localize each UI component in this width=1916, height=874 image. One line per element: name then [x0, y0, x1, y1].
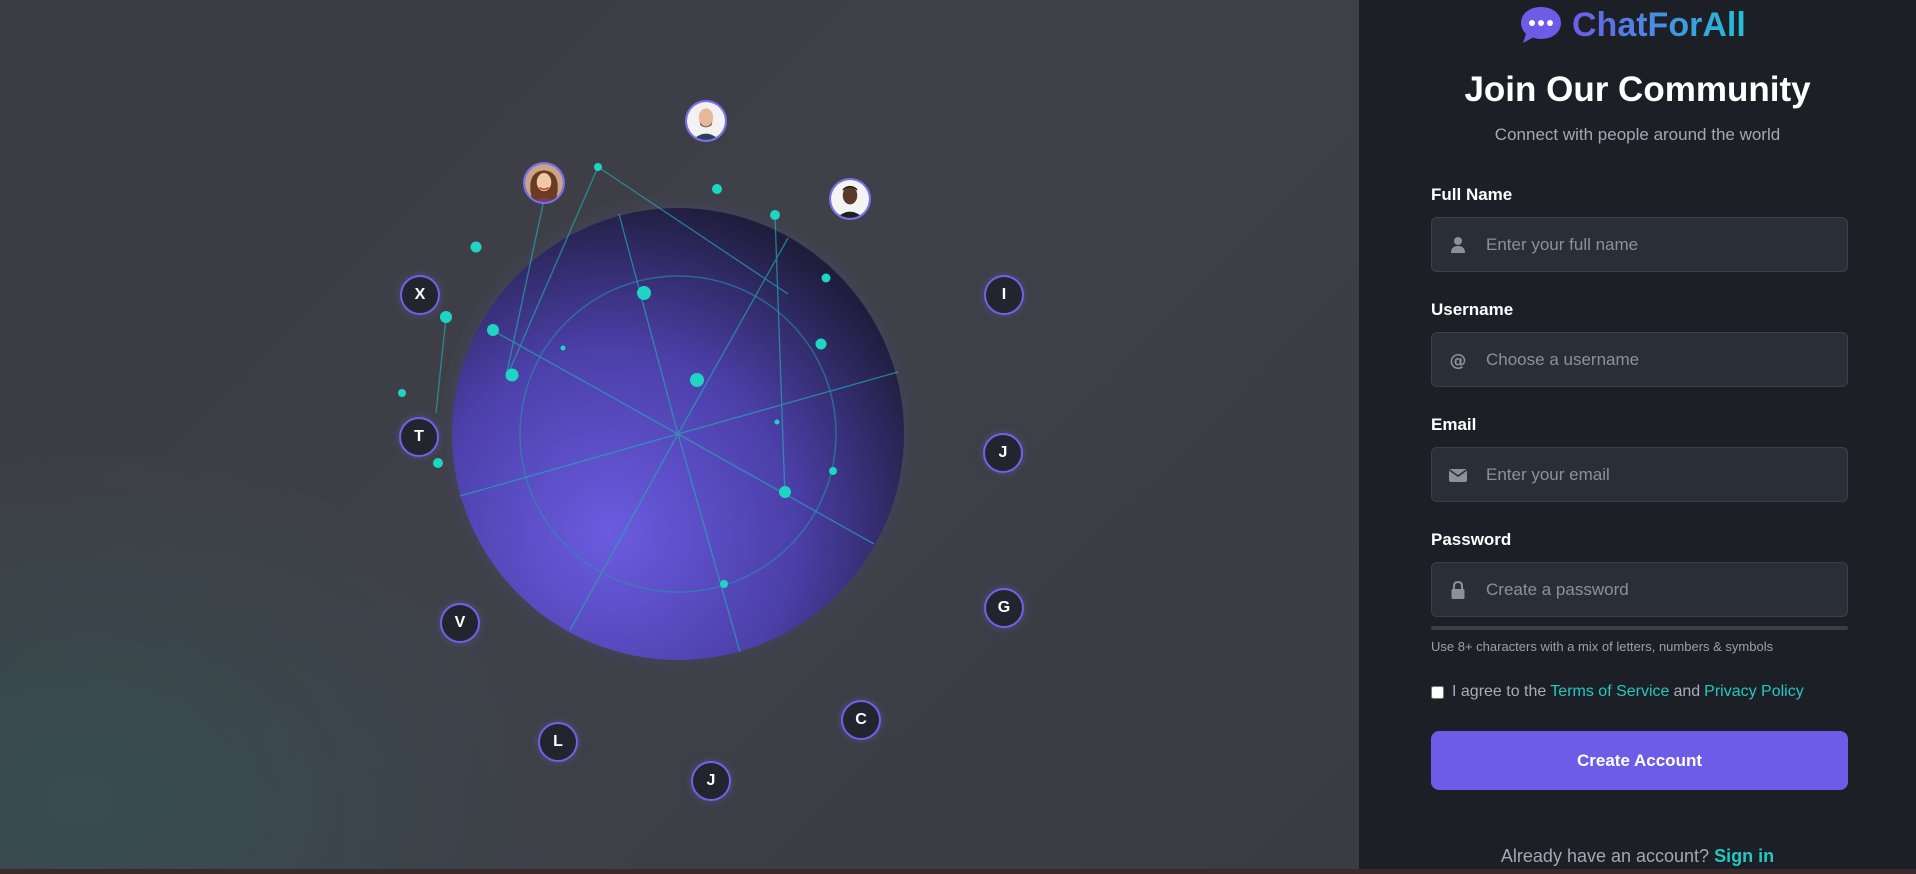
network-globe-illustration	[398, 163, 918, 674]
user-node-i[interactable]: I	[984, 275, 1024, 315]
user-node-letter: L	[553, 733, 563, 750]
user-node-g[interactable]: G	[984, 588, 1024, 628]
terms-prefix: I agree to the	[1452, 683, 1547, 700]
create-account-button[interactable]: Create Account	[1431, 731, 1848, 790]
password-input[interactable]	[1486, 563, 1836, 616]
user-node-t[interactable]: T	[399, 417, 439, 457]
user-node-v[interactable]: V	[440, 603, 480, 643]
signin-link[interactable]: Sign in	[1714, 846, 1774, 866]
user-icon	[1451, 237, 1465, 253]
user-node-letter: V	[454, 614, 466, 631]
user-node-j-right[interactable]: J	[983, 433, 1023, 473]
email-field[interactable]	[1431, 447, 1848, 502]
password-hint: Use 8+ characters with a mix of letters,…	[1431, 639, 1774, 654]
avatar-woman[interactable]	[523, 162, 565, 204]
user-node-letter: G	[997, 599, 1011, 616]
full-name-input[interactable]	[1486, 218, 1836, 271]
at-icon: @	[1450, 351, 1467, 370]
privacy-policy-link[interactable]: Privacy Policy	[1704, 683, 1804, 701]
page-title: Join Our Community	[1464, 70, 1811, 109]
signin-prompt: Already have an account? Sign in	[1359, 846, 1916, 867]
envelope-icon	[1449, 469, 1467, 482]
hero-panel: X T V L J C G J I	[0, 0, 1359, 869]
person-avatar-icon	[525, 164, 563, 202]
svg-text:@: @	[1450, 351, 1467, 370]
user-node-l[interactable]: L	[538, 722, 578, 762]
username-input[interactable]	[1486, 333, 1836, 386]
user-node-letter: J	[706, 772, 716, 789]
email-input[interactable]	[1486, 448, 1836, 501]
terms-conjunction: and	[1673, 683, 1701, 700]
person-avatar-icon	[831, 180, 869, 218]
password-field[interactable]	[1431, 562, 1848, 617]
full-name-field[interactable]	[1431, 217, 1848, 272]
terms-agreement: I agree to the Terms of Service and Priv…	[1431, 683, 1804, 701]
username-label: Username	[1431, 300, 1514, 319]
user-node-letter: T	[414, 428, 424, 445]
chat-bubble-icon	[1521, 7, 1561, 43]
signin-prompt-text: Already have an account?	[1500, 846, 1710, 866]
full-name-label: Full Name	[1431, 185, 1513, 204]
user-node-letter: J	[998, 444, 1008, 461]
password-label: Password	[1431, 530, 1512, 549]
user-node-x[interactable]: X	[400, 275, 440, 315]
terms-checkbox[interactable]	[1431, 685, 1444, 699]
password-strength-bar	[1431, 626, 1848, 630]
brand-logo[interactable]: ChatForAll	[1518, 4, 1746, 46]
user-node-j-bottom[interactable]: J	[691, 761, 731, 801]
email-label: Email	[1431, 415, 1477, 434]
page-subtitle: Connect with people around the world	[1494, 125, 1781, 144]
username-field[interactable]: @	[1431, 332, 1848, 387]
lock-icon	[1451, 580, 1465, 599]
avatar-bald-man[interactable]	[685, 100, 727, 142]
person-avatar-icon	[687, 102, 725, 140]
terms-of-service-link[interactable]: Terms of Service	[1550, 683, 1669, 701]
bottom-edge	[0, 869, 1916, 874]
user-node-letter: I	[1001, 286, 1007, 303]
user-node-letter: C	[855, 711, 867, 728]
user-node-c[interactable]: C	[841, 700, 881, 740]
brand-name: ChatForAll	[1572, 5, 1746, 44]
user-node-letter: X	[414, 286, 426, 303]
avatar-man[interactable]	[829, 178, 871, 220]
